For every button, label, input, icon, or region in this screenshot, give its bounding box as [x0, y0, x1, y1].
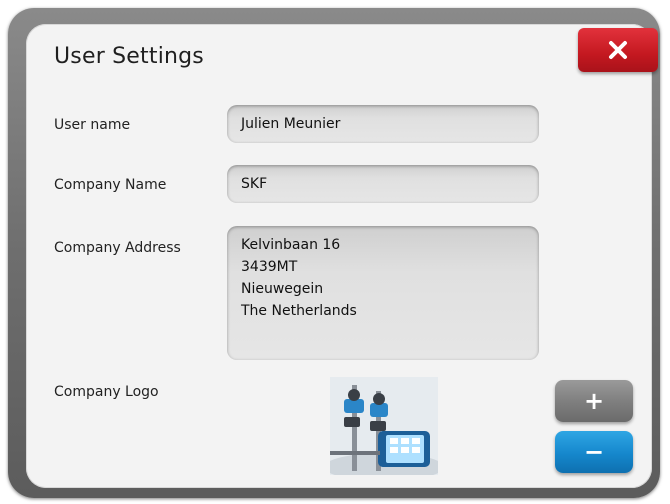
address-line: The Netherlands: [241, 303, 357, 319]
address-line: 3439MT: [241, 259, 298, 275]
close-icon: [609, 41, 627, 59]
company-logo-label: Company Logo: [54, 384, 159, 400]
company-address-field[interactable]: Kelvinbaan 16 3439MT Nieuwegein The Neth…: [227, 226, 539, 360]
user-name-label: User name: [54, 117, 131, 133]
company-name-field[interactable]: SKF: [227, 165, 539, 203]
address-line: Nieuwegein: [241, 281, 324, 297]
add-logo-button[interactable]: +: [555, 380, 633, 422]
company-address-label: Company Address: [54, 240, 181, 256]
plus-icon: +: [583, 387, 605, 415]
company-logo-image[interactable]: [330, 377, 438, 475]
address-line: Kelvinbaan 16: [241, 237, 341, 253]
user-name-field[interactable]: Julien Meunier: [227, 105, 539, 143]
page-title: User Settings: [54, 44, 204, 69]
logo-picture: [330, 377, 438, 475]
remove-logo-button[interactable]: −: [555, 431, 633, 473]
minus-icon: −: [583, 438, 605, 466]
company-name-label: Company Name: [54, 177, 167, 193]
close-button[interactable]: [578, 28, 658, 72]
